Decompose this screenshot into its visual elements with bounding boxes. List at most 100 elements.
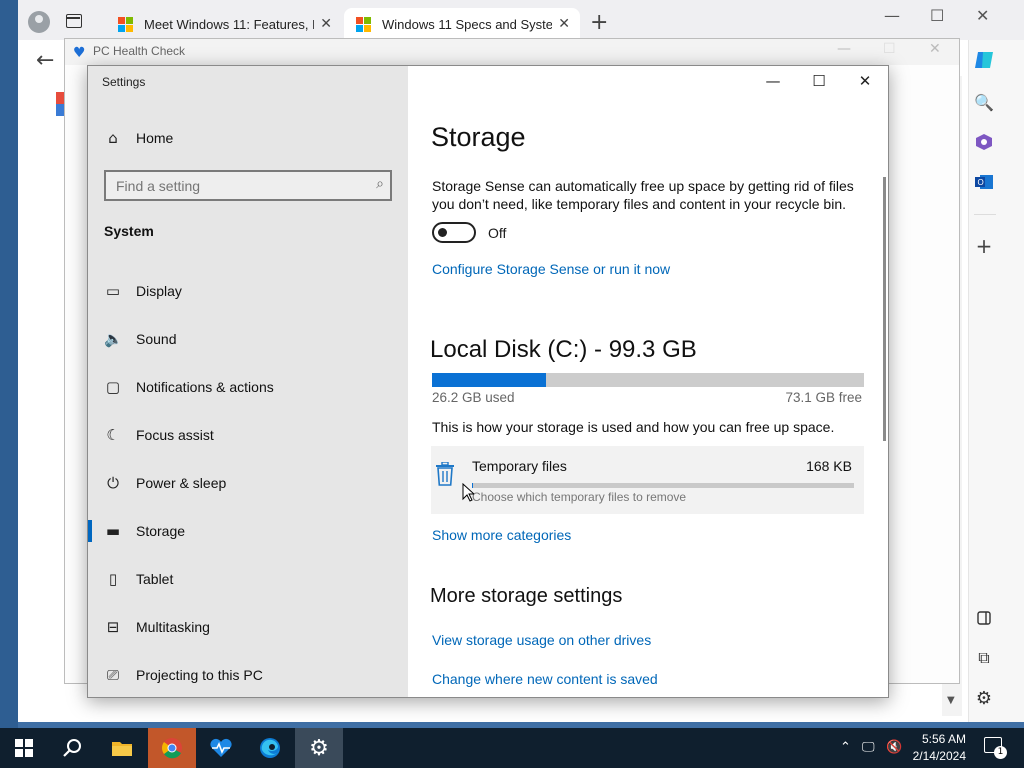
network-icon[interactable]: 🖵 [862, 740, 875, 755]
settings-maximize-button[interactable]: ☐ [804, 72, 834, 90]
back-arrow-icon[interactable]: ← [36, 48, 54, 73]
profile-avatar-icon[interactable] [28, 11, 50, 33]
nav-item-multitasking[interactable]: ⊟ Multitasking [88, 607, 408, 647]
nav-item-label: Sound [136, 331, 177, 347]
notification-icon: ▢ [105, 378, 121, 396]
nav-home[interactable]: ⌂ Home [104, 129, 173, 147]
scroll-down-icon[interactable]: ▼ [947, 695, 955, 706]
settings-window: Settings ⌂ Home ⌕ System ▭ Display 🔈 Sou… [87, 65, 889, 698]
copilot-app-icon[interactable] [972, 130, 996, 154]
settings-scrollbar[interactable] [883, 177, 886, 441]
clock[interactable]: 5:56 AM 2/14/2024 [913, 731, 966, 765]
toggle-state-label: Off [488, 225, 507, 241]
storage-sense-toggle[interactable] [432, 222, 476, 243]
pc-health-check-icon[interactable] [197, 728, 245, 768]
edge-icon[interactable] [246, 728, 294, 768]
settings-sidebar: Settings ⌂ Home ⌕ System ▭ Display 🔈 Sou… [88, 66, 408, 697]
nav-item-label: Display [136, 283, 182, 299]
configure-storage-sense-link[interactable]: Configure Storage Sense or run it now [432, 261, 670, 277]
nav-item-label: Storage [136, 523, 186, 539]
storage-sense-description: Storage Sense can automatically free up … [432, 178, 854, 212]
file-explorer-icon[interactable] [98, 728, 146, 768]
notification-count-badge: 1 [994, 746, 1007, 759]
nav-item-label: Notifications & actions [136, 379, 274, 395]
health-heart-icon: ♥ [73, 45, 86, 61]
free-space-label: 73.1 GB free [785, 390, 862, 405]
settings-close-button[interactable]: ✕ [850, 72, 880, 90]
chrome-icon[interactable] [148, 728, 196, 768]
moon-icon: ☾ [106, 426, 120, 444]
nav-item-notifications[interactable]: ▢ Notifications & actions [88, 367, 408, 407]
start-button[interactable] [0, 728, 48, 768]
nav-item-label: Power & sleep [136, 475, 227, 491]
disk-usage-bar [432, 373, 864, 387]
tab-meet-windows[interactable]: Meet Windows 11: Features, Loo ✕ [106, 8, 342, 40]
storage-usage-description: This is how your storage is used and how… [432, 419, 835, 435]
trash-icon [434, 461, 456, 492]
settings-gear-icon[interactable]: ⚙ [295, 728, 343, 768]
sidebar-toggle-icon[interactable] [972, 606, 996, 630]
phc-close-button[interactable]: ✕ [929, 41, 941, 57]
settings-minimize-button[interactable]: — [758, 72, 788, 90]
volume-muted-icon[interactable]: 🔇 [886, 740, 902, 755]
microsoft-logo-icon [118, 17, 133, 32]
new-tab-button[interactable]: + [590, 10, 608, 35]
open-external-icon[interactable]: ⧉ [972, 646, 996, 670]
nav-item-projecting[interactable]: ⎚ Projecting to this PC [88, 655, 408, 695]
section-heading: System [104, 223, 154, 239]
speaker-icon: 🔈 [104, 330, 123, 348]
multitasking-icon: ⊟ [106, 618, 120, 636]
add-icon[interactable]: + [972, 234, 996, 258]
monitor-icon: ▭ [105, 282, 121, 300]
browser-minimize-button[interactable]: — [884, 6, 900, 25]
nav-item-display[interactable]: ▭ Display [88, 271, 408, 311]
tab-actions-icon[interactable] [66, 14, 82, 28]
nav-item-focus-assist[interactable]: ☾ Focus assist [88, 415, 408, 455]
clock-date: 2/14/2024 [912, 749, 966, 763]
pc-health-check-titlebar: ♥ PC Health Check — ☐ ✕ [65, 39, 959, 65]
tab-label: Meet Windows 11: Features, Loo [144, 16, 314, 32]
page-title: Storage [431, 122, 526, 152]
page-logo-fragment [56, 92, 64, 116]
find-setting-search[interactable]: ⌕ [104, 170, 392, 201]
browser-close-button[interactable]: ✕ [976, 6, 989, 25]
more-storage-settings-heading: More storage settings [430, 585, 623, 607]
tab-label: Windows 11 Specs and System Re [382, 16, 552, 32]
nav-home-label: Home [136, 130, 174, 146]
change-where-content-saved-link[interactable]: Change where new content is saved [432, 671, 658, 687]
show-more-categories-link[interactable]: Show more categories [432, 527, 571, 543]
used-space-label: 26.2 GB used [432, 390, 515, 405]
browser-maximize-button[interactable]: ☐ [930, 6, 944, 25]
phc-minimize-button[interactable]: — [837, 41, 851, 57]
tablet-icon: ▯ [108, 570, 118, 588]
search-icon[interactable]: 🔍 [972, 90, 996, 114]
clock-time: 5:56 AM [921, 732, 966, 746]
nav-item-label: Multitasking [136, 619, 210, 635]
view-storage-other-drives-link[interactable]: View storage usage on other drives [432, 632, 651, 648]
search-icon[interactable]: ⌕ [376, 176, 384, 192]
search-icon[interactable] [48, 728, 96, 768]
storage-icon: ▬ [105, 522, 121, 540]
settings-gear-icon[interactable]: ⚙ [972, 686, 996, 710]
mouse-cursor-icon [462, 482, 476, 506]
nav-item-label: Focus assist [136, 427, 214, 443]
tab-windows-specs[interactable]: Windows 11 Specs and System Re ✕ [344, 8, 580, 40]
outlook-icon[interactable]: O [972, 170, 996, 194]
nav-item-sound[interactable]: 🔈 Sound [88, 319, 408, 359]
find-setting-input[interactable] [106, 172, 346, 199]
nav-item-power[interactable]: ⏻ Power & sleep [88, 463, 408, 503]
disk-title: Local Disk (C:) - 99.3 GB [430, 336, 697, 363]
projecting-icon: ⎚ [106, 666, 119, 684]
home-icon: ⌂ [108, 129, 118, 147]
desktop-background [0, 0, 18, 728]
chevron-up-icon[interactable]: ⌃ [840, 740, 851, 755]
power-icon: ⏻ [107, 474, 119, 492]
tab-close-icon[interactable]: ✕ [320, 16, 332, 32]
nav-item-storage[interactable]: ▬ Storage [88, 511, 408, 551]
copilot-icon[interactable] [972, 48, 996, 72]
nav-item-tablet[interactable]: ▯ Tablet [88, 559, 408, 599]
temporary-files-size: 168 KB [806, 458, 852, 474]
phc-maximize-button[interactable]: ☐ [883, 41, 896, 57]
disk-usage-fill [432, 373, 547, 387]
tab-close-icon[interactable]: ✕ [558, 16, 570, 32]
